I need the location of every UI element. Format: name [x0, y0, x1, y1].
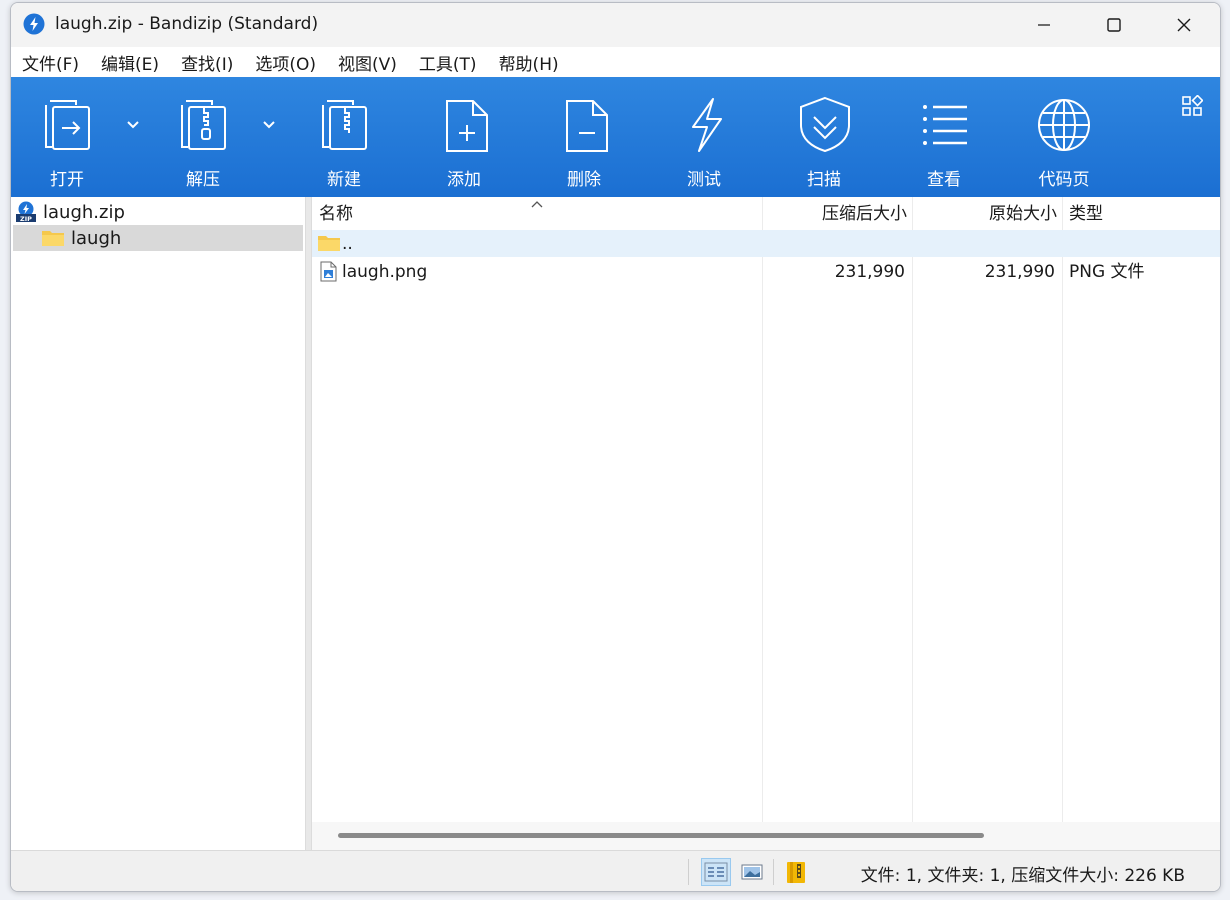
view-button[interactable]: 查看	[894, 77, 994, 197]
maximize-icon	[1107, 18, 1121, 32]
open-icon	[45, 100, 90, 150]
list-row-parent[interactable]: ..	[312, 230, 1220, 257]
delete-button[interactable]: 删除	[534, 77, 634, 197]
zip-file-icon	[787, 862, 805, 883]
details-view-button[interactable]	[701, 858, 731, 886]
app-window: laugh.zip - Bandizip (Standard) 文件(F) 编辑…	[10, 2, 1221, 892]
menu-help[interactable]: 帮助(H)	[488, 50, 570, 75]
column-header-original[interactable]: 原始大小	[912, 197, 1057, 229]
scan-button[interactable]: 扫描	[774, 77, 874, 197]
extract-icon	[181, 100, 226, 150]
minimize-button[interactable]	[1009, 3, 1079, 47]
lightning-icon	[692, 98, 722, 152]
file-name: ..	[342, 234, 353, 254]
tree-item-archive[interactable]: ZIP laugh.zip	[15, 199, 125, 225]
add-label: 添加	[447, 170, 481, 190]
extract-dropdown-icon[interactable]	[260, 117, 278, 131]
bandizip-logo-icon	[23, 13, 45, 35]
shield-icon	[800, 96, 850, 153]
folder-icon	[42, 231, 64, 246]
open-label: 打开	[50, 170, 84, 190]
close-button[interactable]	[1149, 3, 1219, 47]
column-header-type[interactable]: 类型	[1069, 197, 1103, 229]
column-header-compressed[interactable]: 压缩后大小	[762, 197, 907, 229]
extract-label: 解压	[186, 170, 220, 190]
layout-grid-icon[interactable]	[1181, 95, 1203, 117]
status-bar: 文件: 1, 文件夹: 1, 压缩文件大小: 226 KB	[11, 850, 1220, 891]
view-label: 查看	[927, 170, 961, 190]
folder-tree: ZIP laugh.zip laugh	[11, 197, 305, 850]
folder-icon	[318, 236, 340, 251]
pane-splitter[interactable]	[305, 197, 312, 850]
open-button[interactable]: 打开	[17, 77, 117, 197]
file-compressed-size: 231,990	[834, 262, 905, 282]
menu-file[interactable]: 文件(F)	[11, 50, 90, 75]
zip-archive-icon: ZIP	[16, 201, 36, 223]
codepage-button[interactable]: 代码页	[1014, 77, 1114, 197]
horizontal-scrollbar[interactable]	[312, 822, 1220, 850]
new-archive-icon	[322, 100, 367, 150]
window-title: laugh.zip - Bandizip (Standard)	[55, 14, 319, 34]
delete-label: 删除	[567, 170, 601, 190]
column-divider	[762, 197, 763, 822]
menu-tools[interactable]: 工具(T)	[408, 50, 488, 75]
list-row-file[interactable]: laugh.png 231,990 231,990 PNG 文件	[312, 258, 1220, 285]
file-type: PNG 文件	[1069, 262, 1145, 282]
image-preview-icon	[741, 864, 763, 880]
tree-child-label: laugh	[71, 227, 122, 249]
globe-icon	[1038, 99, 1090, 151]
new-archive-label: 新建	[327, 170, 361, 190]
image-file-icon	[320, 261, 337, 282]
archive-info-button[interactable]	[781, 858, 811, 886]
tree-root-label: laugh.zip	[43, 201, 125, 223]
file-original-size: 231,990	[984, 262, 1055, 282]
codepage-label: 代码页	[1038, 170, 1090, 190]
test-label: 测试	[687, 170, 721, 190]
file-list: 名称 压缩后大小 原始大小 类型 .. laugh.png 231,990 23…	[312, 197, 1220, 822]
menu-view[interactable]: 视图(V)	[327, 50, 408, 75]
tree-item-folder[interactable]: laugh	[13, 225, 303, 251]
file-name: laugh.png	[342, 262, 428, 282]
menu-edit[interactable]: 编辑(E)	[90, 50, 170, 75]
minimize-icon	[1038, 24, 1050, 26]
menu-bar: 文件(F) 编辑(E) 查找(I) 选项(O) 视图(V) 工具(T) 帮助(H…	[11, 47, 1220, 77]
column-divider	[912, 197, 913, 822]
maximize-button[interactable]	[1079, 3, 1149, 47]
status-divider	[773, 859, 774, 885]
add-button[interactable]: 添加	[414, 77, 514, 197]
test-button[interactable]: 测试	[654, 77, 754, 197]
scan-label: 扫描	[807, 170, 841, 190]
list-view-icon	[923, 105, 967, 145]
thumbnail-view-button[interactable]	[737, 858, 767, 886]
extract-button[interactable]: 解压	[153, 77, 253, 197]
toolbar: 打开 解压 新建 添加 删除 测试 扫描 查看 代码页	[11, 77, 1220, 197]
add-file-icon	[446, 100, 488, 152]
delete-file-icon	[566, 100, 608, 152]
open-dropdown-icon[interactable]	[124, 117, 142, 131]
scrollbar-thumb[interactable]	[338, 833, 984, 838]
sort-ascending-icon	[531, 201, 543, 208]
column-header-name[interactable]: 名称	[319, 197, 353, 229]
new-archive-button[interactable]: 新建	[294, 77, 394, 197]
menu-options[interactable]: 选项(O)	[244, 50, 327, 75]
close-icon	[1177, 18, 1191, 32]
details-view-icon	[704, 862, 728, 882]
svg-text:ZIP: ZIP	[20, 215, 32, 223]
menu-find[interactable]: 查找(I)	[170, 50, 244, 75]
status-summary: 文件: 1, 文件夹: 1, 压缩文件大小: 226 KB	[860, 866, 1185, 886]
column-divider	[1062, 197, 1063, 822]
title-bar: laugh.zip - Bandizip (Standard)	[11, 3, 1220, 47]
status-divider	[688, 859, 689, 885]
